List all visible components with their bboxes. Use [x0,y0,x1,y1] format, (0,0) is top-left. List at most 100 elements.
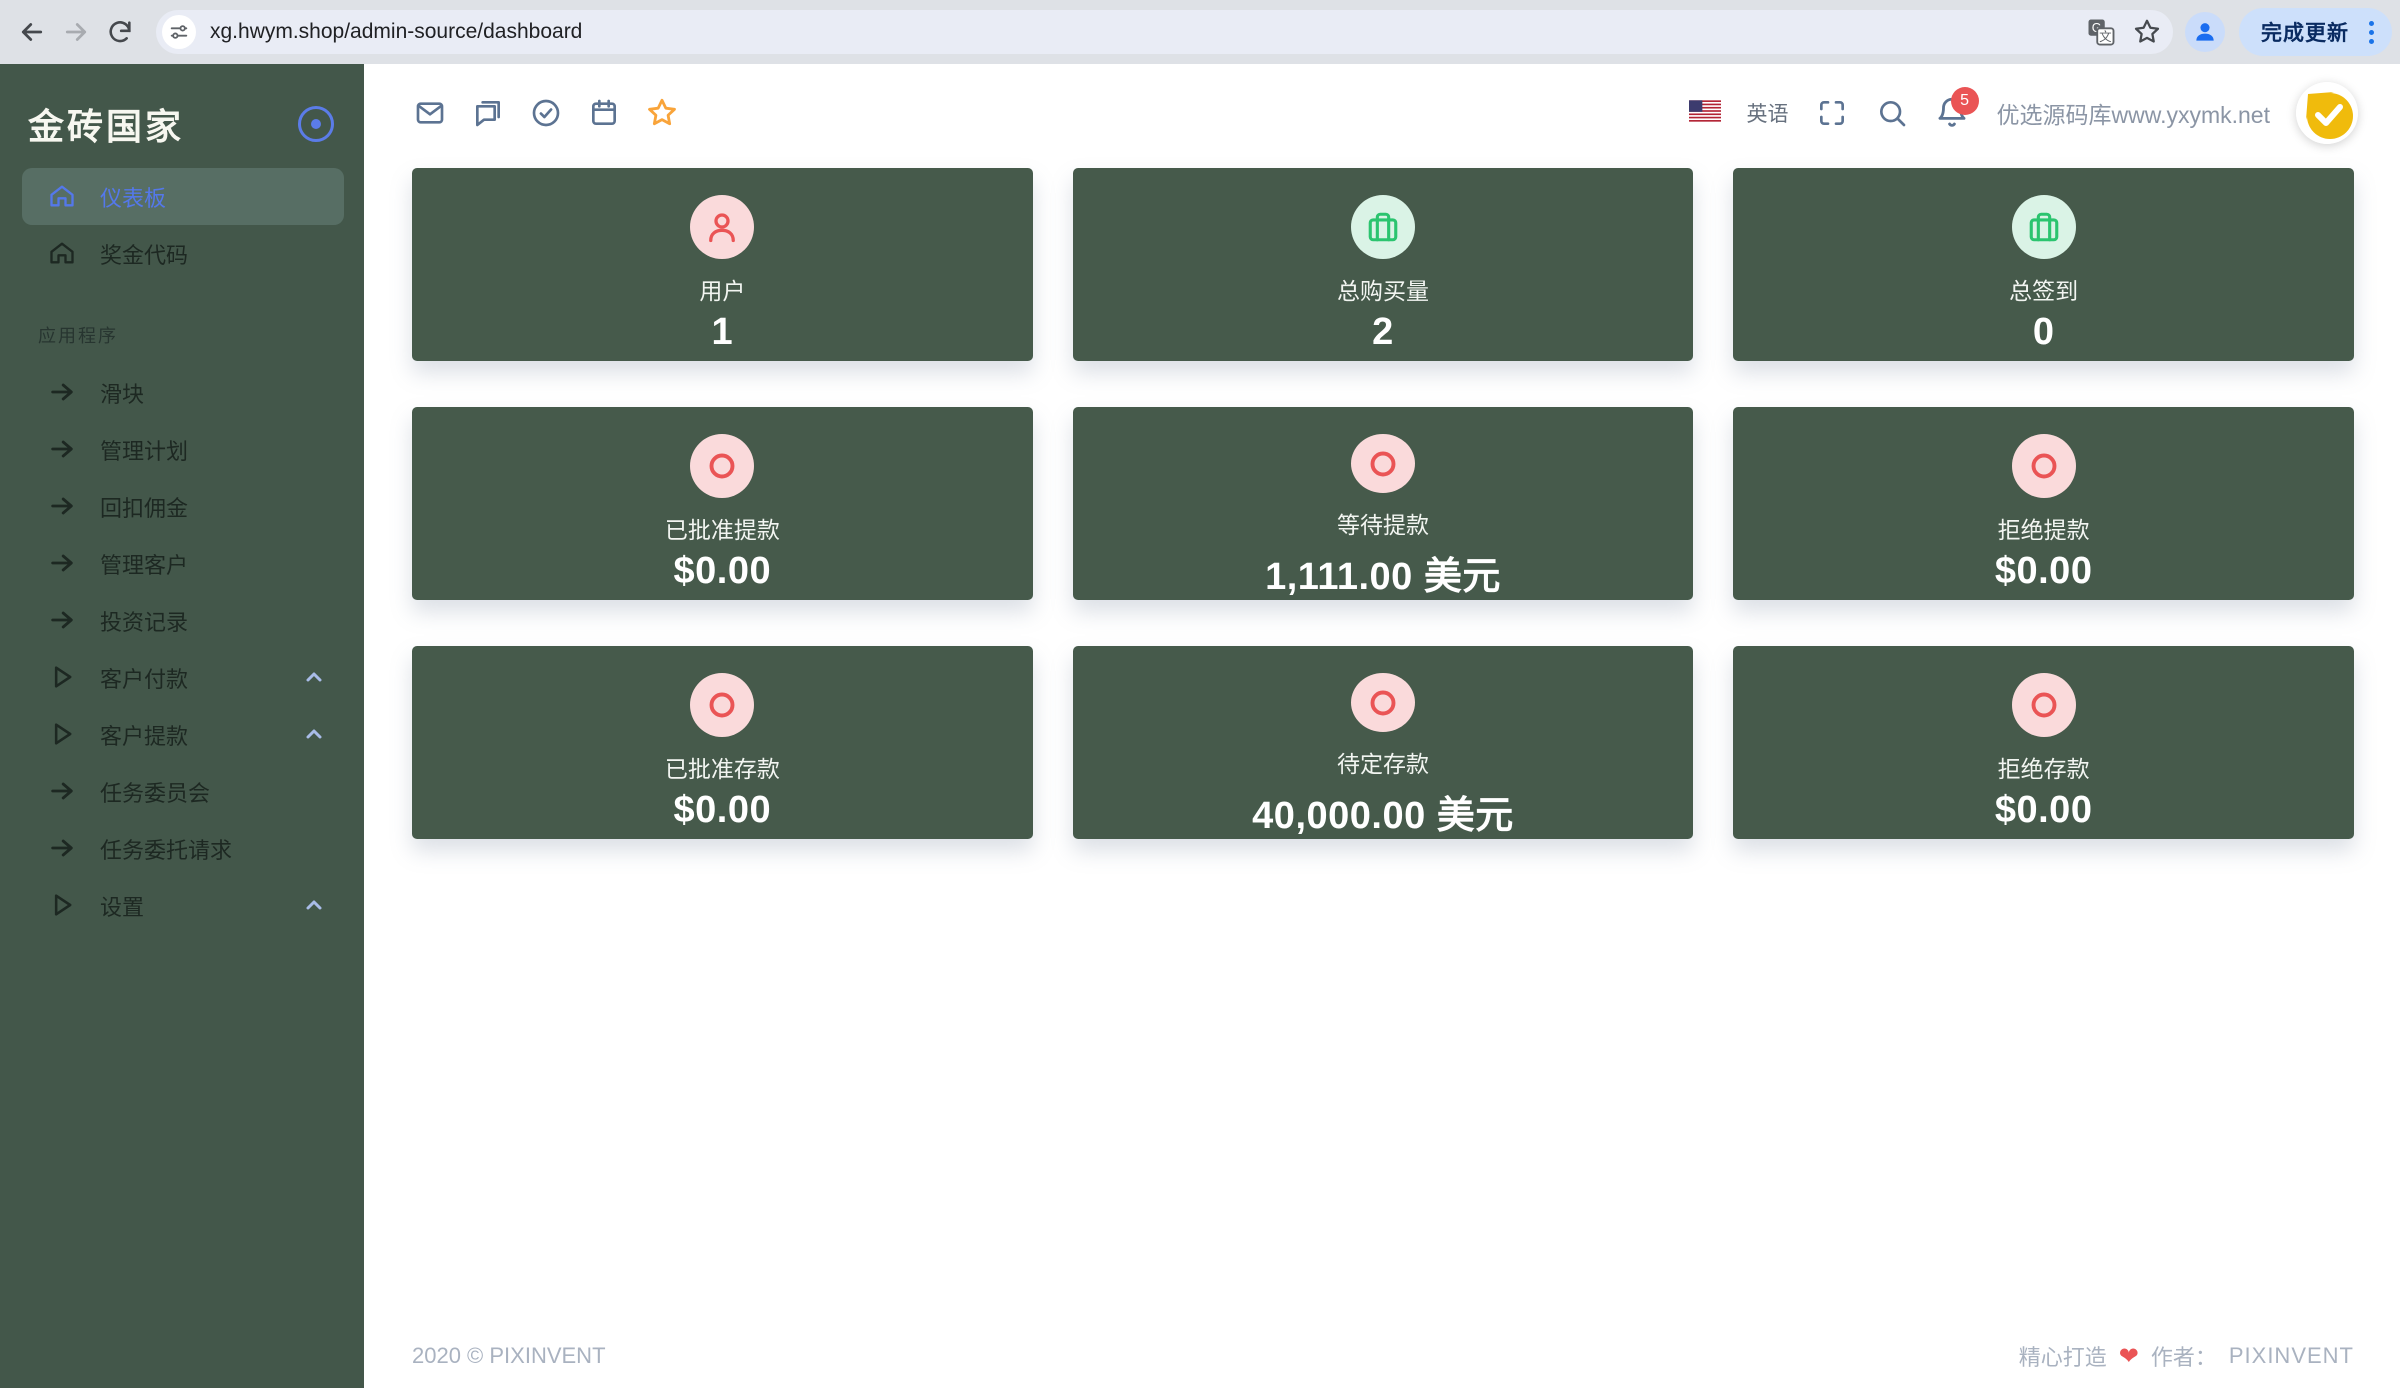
stat-card-value: 0 [2033,311,2055,354]
stat-card-value: $0.00 [674,550,772,593]
url-bar[interactable]: xg.hwym.shop/admin-source/dashboard G文 [156,10,2173,54]
arrow-icon [48,606,78,636]
translate-icon[interactable]: G文 [2081,12,2121,52]
heart-icon: ❤ [2119,1342,2139,1371]
fullscreen-icon[interactable] [1815,96,1849,130]
sidebar-item[interactable]: 管理客户 [22,535,344,592]
stat-card: 已批准存款 $0.00 [412,646,1033,839]
stat-card: 总购买量2 [1073,168,1694,361]
chat-icon[interactable] [471,96,505,130]
check-circle-icon[interactable] [529,96,563,130]
notifications-bell-icon[interactable]: 5 [1935,95,1971,131]
arrow-icon [48,549,78,579]
user-icon [690,195,754,259]
bookmark-star-icon[interactable] [2127,12,2167,52]
briefcase-icon [2012,195,2076,259]
sidebar-item-label: 管理计划 [100,434,328,466]
sidebar: 金砖国家 仪表板奖金代码 应用程序 滑块管理计划回扣佣金管理客户投资记录客户付款… [0,64,364,1388]
sidebar-item[interactable]: 回扣佣金 [22,478,344,535]
stat-card: 拒绝提款$0.00 [1733,407,2354,600]
stat-card-value: $0.00 [674,789,772,832]
reload-icon[interactable] [98,10,142,54]
stat-card-title: 用户 [699,272,745,306]
sidebar-item-label: 仪表板 [100,181,328,213]
calendar-icon[interactable] [587,96,621,130]
user-avatar[interactable] [2296,82,2358,144]
arrow-icon [48,435,78,465]
stat-card: 等待提款1,111.00 美元 [1073,407,1694,600]
back-icon[interactable] [10,10,54,54]
sidebar-item[interactable]: 投资记录 [22,592,344,649]
stat-card-title: 总购买量 [1337,272,1429,306]
arrow-icon [48,777,78,807]
svg-text:文: 文 [2099,29,2112,44]
arrow-icon [48,834,78,864]
home-icon [48,182,78,212]
ring-icon [2012,434,2076,498]
stat-card-title: 总签到 [2009,272,2078,306]
stat-card-title: 已批准存款 [665,750,780,784]
stats-grid: 用户1总购买量2总签到0已批准提款$0.00等待提款1,111.00 美元拒绝提… [412,168,2354,839]
favorites-star-icon[interactable] [645,96,679,130]
chevron-up-icon [302,665,328,691]
url-text[interactable]: xg.hwym.shop/admin-source/dashboard [210,20,2081,44]
sidebar-main-menu: 仪表板奖金代码 [0,168,364,282]
chevron-up-icon [302,722,328,748]
chrome-profile-avatar[interactable] [2185,12,2225,52]
sidebar-item-label: 客户提款 [100,719,302,751]
sidebar-item[interactable]: 奖金代码 [22,225,344,282]
ring-icon [2012,673,2076,737]
sidebar-item-label: 滑块 [100,377,328,409]
stat-card-title: 拒绝提款 [1998,511,2090,545]
sidebar-item[interactable]: 管理计划 [22,421,344,478]
chrome-update-label: 完成更新 [2261,17,2349,47]
main-content: 英语 5 优选源码库www.yxymk.net 用户 1 总购买量2 总签到 0 已批准提… [364,64,2400,1388]
briefcase-icon [1351,195,1415,259]
sidebar-item[interactable]: 任务委托请求 [22,820,344,877]
sidebar-item[interactable]: 任务委员会 [22,763,344,820]
language-selector[interactable]: 英语 [1747,98,1789,128]
stat-card-value: 40,000.00 美元 [1252,784,1514,839]
sidebar-item-label: 奖金代码 [100,238,328,270]
app-logo[interactable]: 金砖国家 [28,98,184,150]
play-icon [48,663,78,693]
sidebar-item[interactable]: 客户提款 [22,706,344,763]
sidebar-item[interactable]: 仪表板 [22,168,344,225]
sidebar-item-label: 回扣佣金 [100,491,328,523]
sidebar-item-label: 投资记录 [100,605,328,637]
forward-icon[interactable] [54,10,98,54]
stat-card-title: 拒绝存款 [1998,750,2090,784]
arrow-icon [48,492,78,522]
footer: 2020 © PIXINVENT 精心打造 ❤ 作者： PIXINVENT [412,1340,2354,1372]
stat-card: 用户 1 [412,168,1033,361]
sidebar-section-label: 应用程序 [38,322,364,348]
sidebar-item-label: 任务委员会 [100,776,328,808]
stat-card-title: 已批准提款 [665,511,780,545]
site-info-icon[interactable] [162,15,196,49]
notification-badge: 5 [1951,87,1979,115]
stat-card: 待定存款40,000.00 美元 [1073,646,1694,839]
sidebar-app-menu: 滑块管理计划回扣佣金管理客户投资记录客户付款客户提款任务委员会任务委托请求设置 [0,364,364,934]
sidebar-item-label: 管理客户 [100,548,328,580]
ring-icon [1351,673,1415,732]
footer-copyright: 2020 © PIXINVENT [412,1343,606,1369]
sidebar-item[interactable]: 滑块 [22,364,344,421]
play-icon [48,891,78,921]
chrome-update-button[interactable]: 完成更新 [2239,8,2392,56]
footer-made-text: 精心打造 [2019,1340,2107,1372]
mail-icon[interactable] [413,96,447,130]
sidebar-item[interactable]: 客户付款 [22,649,344,706]
screen: xg.hwym.shop/admin-source/dashboard G文 完… [0,0,2400,1388]
stat-card-title: 等待提款 [1337,506,1429,540]
footer-author-label: 作者： [2151,1340,2217,1372]
promo-text: 优选源码库www.yxymk.net [1997,96,2270,130]
chrome-menu-icon[interactable] [2365,17,2378,48]
home-icon [48,239,78,269]
stat-card: 拒绝存款$0.00 [1733,646,2354,839]
stat-card-value: 1 [712,311,734,354]
sidebar-toggle-icon[interactable] [298,106,334,142]
play-icon [48,720,78,750]
search-icon[interactable] [1875,96,1909,130]
sidebar-item[interactable]: 设置 [22,877,344,934]
flag-us-icon[interactable] [1689,100,1721,127]
